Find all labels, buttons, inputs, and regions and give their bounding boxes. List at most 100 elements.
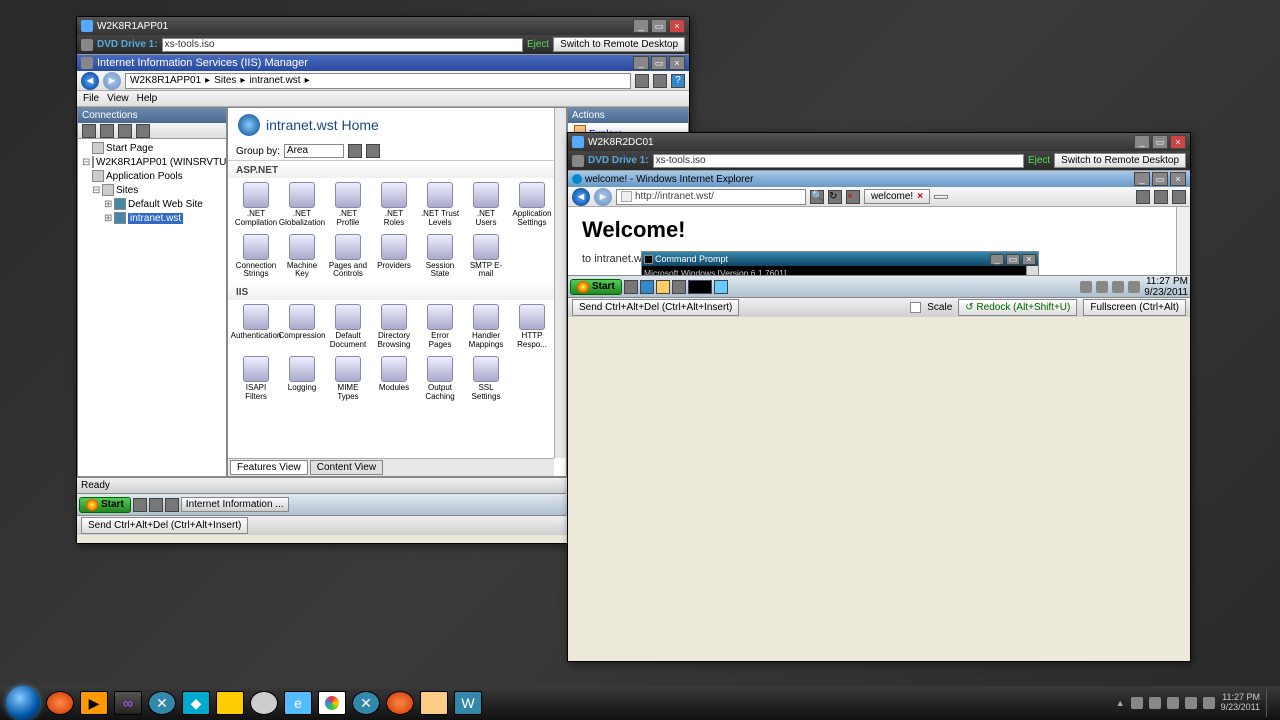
feature--net-users[interactable]: .NET Users	[464, 180, 508, 230]
minimize-button[interactable]: _	[1134, 135, 1150, 149]
host-start-button[interactable]	[6, 686, 40, 720]
tray-icon-4[interactable]	[1128, 281, 1140, 293]
cmd-min[interactable]: _	[990, 254, 1004, 265]
feature--net-globalization[interactable]: .NET Globalization	[280, 180, 324, 230]
ie-scrollbar[interactable]	[1176, 207, 1190, 275]
send-cad-button[interactable]: Send Ctrl+Alt+Del (Ctrl+Alt+Insert)	[572, 299, 739, 316]
vm2-titlebar[interactable]: W2K8R2DC01 _ ▭ ×	[568, 133, 1190, 151]
ie-search-icon[interactable]: 🔍	[810, 190, 824, 204]
cmd-titlebar[interactable]: Command Prompt _▭×	[642, 252, 1038, 266]
tray-icon-2[interactable]	[1096, 281, 1108, 293]
conn-tb-2[interactable]	[100, 124, 114, 138]
host-chrome-icon[interactable]	[318, 691, 346, 715]
forward-button[interactable]: ►	[103, 72, 121, 90]
groupby-select[interactable]: Area	[284, 144, 344, 158]
redock-button[interactable]: ↺ Redock (Alt+Shift+U)	[958, 299, 1077, 316]
ie-close[interactable]: ×	[1170, 172, 1186, 186]
host-media-icon[interactable]: ▶	[80, 691, 108, 715]
feature--net-trust-levels[interactable]: .NET Trust Levels	[418, 180, 462, 230]
cmd-close[interactable]: ×	[1022, 254, 1036, 265]
nav-btn-b[interactable]	[653, 74, 667, 88]
ql-folder[interactable]	[656, 280, 670, 294]
breadcrumb[interactable]: W2K8R1APP01▸ Sites▸ intranet.wst▸	[125, 73, 631, 89]
feature-output-caching[interactable]: Output Caching	[418, 354, 462, 404]
tab-close-icon[interactable]: ×	[917, 191, 923, 202]
view-mode-1[interactable]	[348, 144, 362, 158]
view-mode-2[interactable]	[366, 144, 380, 158]
host-ie-icon[interactable]: e	[284, 691, 312, 715]
feature-connection-strings[interactable]: Connection Strings	[234, 232, 278, 282]
host-x-icon-2[interactable]: ✕	[352, 691, 380, 715]
feature--net-profile[interactable]: .NET Profile	[326, 180, 370, 230]
ie-refresh-icon[interactable]: ↻	[828, 190, 842, 204]
tray-expand-icon[interactable]: ▲	[1116, 698, 1125, 708]
conn-tb-3[interactable]	[118, 124, 132, 138]
feature-modules[interactable]: Modules	[372, 354, 416, 404]
features-scrollbar[interactable]	[554, 108, 566, 458]
crumb-site[interactable]: intranet.wst	[249, 75, 300, 86]
fullscreen-button[interactable]: Fullscreen (Ctrl+Alt)	[1083, 299, 1186, 316]
tree-sites[interactable]: ⊟Sites	[80, 183, 224, 197]
ie-min[interactable]: _	[1134, 172, 1150, 186]
ql-2[interactable]	[149, 498, 163, 512]
feature--net-compilation[interactable]: .NET Compilation	[234, 180, 278, 230]
guest2-start-button[interactable]: Start	[570, 279, 622, 295]
help-button[interactable]: ?	[671, 74, 685, 88]
tray-icon-1[interactable]	[1080, 281, 1092, 293]
cmd-output[interactable]: Microsoft Windows [Version 6.1.7601] Cop…	[642, 266, 1038, 275]
feature-machine-key[interactable]: Machine Key	[280, 232, 324, 282]
taskbar-item-cmd[interactable]	[688, 280, 712, 294]
dvd-dropdown[interactable]: xs-tools.iso	[162, 38, 523, 52]
feature--net-roles[interactable]: .NET Roles	[372, 180, 416, 230]
guest2-clock[interactable]: 11:27 PM9/23/2011	[1144, 276, 1188, 298]
maximize-button[interactable]: ▭	[1152, 135, 1168, 149]
feature-error-pages[interactable]: Error Pages	[418, 302, 462, 352]
feature-isapi-filters[interactable]: ISAPI Filters	[234, 354, 278, 404]
tree-app-pools[interactable]: Application Pools	[80, 169, 224, 183]
ql-explorer[interactable]	[624, 280, 638, 294]
eject-button[interactable]: Eject	[527, 39, 549, 50]
iis-close[interactable]: ×	[669, 56, 685, 70]
feature-authentication[interactable]: Authentication	[234, 302, 278, 352]
tab-features-view[interactable]: Features View	[230, 460, 308, 475]
ie-tools-icon[interactable]	[1172, 190, 1186, 204]
send-cad-button[interactable]: Send Ctrl+Alt+Del (Ctrl+Alt+Insert)	[81, 517, 248, 534]
host-tray-icon-3[interactable]	[1167, 697, 1179, 709]
feature-default-document[interactable]: Default Document	[326, 302, 370, 352]
eject-button[interactable]: Eject	[1028, 155, 1050, 166]
scale-checkbox[interactable]	[910, 302, 921, 313]
menu-file[interactable]: File	[83, 93, 99, 104]
menu-help[interactable]: Help	[137, 93, 158, 104]
host-tray-icon-2[interactable]	[1149, 697, 1161, 709]
feature-smtp-e-mail[interactable]: SMTP E-mail	[464, 232, 508, 282]
host-dropbox-icon[interactable]: ◆	[182, 691, 210, 715]
guest1-start-button[interactable]: Start	[79, 497, 131, 513]
feature-providers[interactable]: Providers	[372, 232, 416, 282]
host-tray-icon-1[interactable]	[1131, 697, 1143, 709]
host-firefox-icon[interactable]	[46, 691, 74, 715]
host-circle-icon[interactable]	[250, 691, 278, 715]
host-notepad-icon[interactable]	[216, 691, 244, 715]
feature-compression[interactable]: Compression	[280, 302, 324, 352]
cmd-max[interactable]: ▭	[1006, 254, 1020, 265]
feature-ssl-settings[interactable]: SSL Settings	[464, 354, 508, 404]
ql-ps[interactable]	[640, 280, 654, 294]
connections-tree[interactable]: Start Page ⊟W2K8R1APP01 (WINSRVTUTS\saie…	[78, 139, 226, 476]
iis-max[interactable]: ▭	[651, 56, 667, 70]
iis-min[interactable]: _	[633, 56, 649, 70]
cmd-vscrollbar[interactable]	[1026, 266, 1038, 275]
switch-remote-desktop-button[interactable]: Switch to Remote Desktop	[1054, 153, 1186, 168]
crumb-sites[interactable]: Sites	[214, 75, 236, 86]
feature-mime-types[interactable]: MIME Types	[326, 354, 370, 404]
ql-1[interactable]	[133, 498, 147, 512]
host-word-icon[interactable]: W	[454, 691, 482, 715]
menu-view[interactable]: View	[107, 93, 129, 104]
taskbar-item-iis[interactable]: Internet Information ...	[181, 497, 289, 512]
feature-handler-mappings[interactable]: Handler Mappings	[464, 302, 508, 352]
ie-home-icon[interactable]	[1136, 190, 1150, 204]
feature-http-respo-[interactable]: HTTP Respo...	[510, 302, 554, 352]
ie-max[interactable]: ▭	[1152, 172, 1168, 186]
tray-icon-3[interactable]	[1112, 281, 1124, 293]
nav-btn-a[interactable]	[635, 74, 649, 88]
ie-address-bar[interactable]: http://intranet.wst/	[616, 189, 806, 205]
